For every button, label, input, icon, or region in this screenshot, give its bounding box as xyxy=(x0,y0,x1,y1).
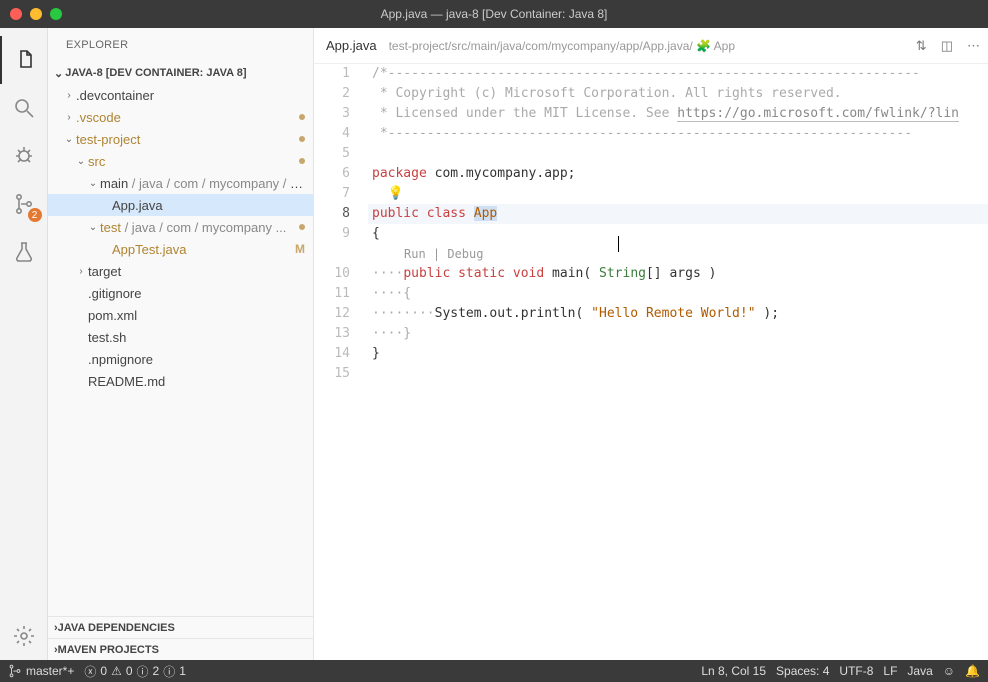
indentation-status[interactable]: Spaces: 4 xyxy=(776,664,829,678)
debug-tab[interactable] xyxy=(0,132,48,180)
scm-tab[interactable]: 2 xyxy=(0,180,48,228)
search-tab[interactable] xyxy=(0,84,48,132)
modified-dot xyxy=(299,224,305,230)
lightbulb-icon[interactable]: 💡 xyxy=(388,186,404,201)
tab-label: App.java xyxy=(326,38,377,53)
notifications-icon[interactable]: 🔔 xyxy=(965,664,980,678)
tree-folder[interactable]: ⌄src xyxy=(48,150,313,172)
editor-tabbar: App.java test-project/src/main/java/com/… xyxy=(314,28,988,64)
problems-status[interactable]: ⓧ0 ⚠0 ⓘ2 ⓘ1 xyxy=(84,663,186,680)
split-editor-icon[interactable]: ◫ xyxy=(941,38,953,54)
error-icon: ⓧ xyxy=(84,663,96,680)
codelens-run-debug[interactable]: Run | Debug xyxy=(368,244,988,264)
beaker-icon xyxy=(12,240,36,264)
text-cursor xyxy=(618,236,619,252)
tree-folder[interactable]: ›target xyxy=(48,260,313,282)
language-status[interactable]: Java xyxy=(907,664,932,678)
gear-icon xyxy=(12,624,36,648)
tree-file-apptest-java[interactable]: AppTest.javaM xyxy=(48,238,313,260)
tree-folder[interactable]: ⌄test-project xyxy=(48,128,313,150)
code-editor[interactable]: 1 2 3 4 5 6 7 8 9 10 11 12 13 14 15 /*--… xyxy=(314,64,988,660)
editor-tab-app-java[interactable]: App.java xyxy=(322,38,381,53)
hint-icon: ⓘ xyxy=(163,663,175,680)
tree-folder[interactable]: ⌄test / java / com / mycompany ... xyxy=(48,216,313,238)
maximize-window-button[interactable] xyxy=(50,8,62,20)
eol-status[interactable]: LF xyxy=(883,664,897,678)
tree-file[interactable]: .npmignore xyxy=(48,348,313,370)
workspace-header[interactable]: ⌄ JAVA-8 [DEV CONTAINER: JAVA 8] xyxy=(48,62,313,84)
info-icon: ⓘ xyxy=(137,663,149,680)
compare-changes-icon[interactable]: ⇅ xyxy=(916,38,927,54)
tree-file[interactable]: .gitignore xyxy=(48,282,313,304)
tree-file[interactable]: pom.xml xyxy=(48,304,313,326)
line-gutter: 1 2 3 4 5 6 7 8 9 10 11 12 13 14 15 xyxy=(314,64,368,660)
branch-status[interactable]: master*+ xyxy=(8,664,74,678)
tree-folder[interactable]: ›.vscode xyxy=(48,106,313,128)
minimize-window-button[interactable] xyxy=(30,8,42,20)
tree-file[interactable]: README.md xyxy=(48,370,313,392)
more-actions-icon[interactable]: ⋯ xyxy=(967,38,980,54)
tree-file[interactable]: test.sh xyxy=(48,326,313,348)
encoding-status[interactable]: UTF-8 xyxy=(839,664,873,678)
activity-bar: 2 xyxy=(0,28,48,660)
settings-tab[interactable] xyxy=(0,612,48,660)
search-icon xyxy=(12,96,36,120)
sidebar-title: EXPLORER xyxy=(48,28,313,62)
file-tree: ›.devcontainer ›.vscode ⌄test-project ⌄s… xyxy=(48,84,313,616)
tree-folder[interactable]: ⌄main / java / com / mycompany / app xyxy=(48,172,313,194)
feedback-icon[interactable]: ☺ xyxy=(943,664,955,678)
breadcrumb[interactable]: test-project/src/main/java/com/mycompany… xyxy=(389,39,908,53)
editor-area: App.java test-project/src/main/java/com/… xyxy=(314,28,988,660)
modified-dot xyxy=(299,158,305,164)
status-bar: master*+ ⓧ0 ⚠0 ⓘ2 ⓘ1 Ln 8, Col 15 Spaces… xyxy=(0,660,988,682)
tree-file-app-java[interactable]: App.java xyxy=(48,194,313,216)
window-title: App.java — java-8 [Dev Container: Java 8… xyxy=(381,7,608,21)
test-tab[interactable] xyxy=(0,228,48,276)
tree-folder[interactable]: ›.devcontainer xyxy=(48,84,313,106)
java-dependencies-panel[interactable]: ›JAVA DEPENDENCIES xyxy=(48,616,313,638)
warning-icon: ⚠ xyxy=(111,664,122,678)
code-content[interactable]: /*--------------------------------------… xyxy=(368,64,988,660)
explorer-sidebar: EXPLORER ⌄ JAVA-8 [DEV CONTAINER: JAVA 8… xyxy=(48,28,314,660)
close-window-button[interactable] xyxy=(10,8,22,20)
window-controls xyxy=(10,8,62,20)
explorer-tab[interactable] xyxy=(0,36,48,84)
cursor-position[interactable]: Ln 8, Col 15 xyxy=(701,664,766,678)
bug-icon xyxy=(12,144,36,168)
modified-badge: M xyxy=(295,242,305,256)
workspace-name: JAVA-8 [DEV CONTAINER: JAVA 8] xyxy=(65,67,246,79)
modified-dot xyxy=(299,114,305,120)
files-icon xyxy=(13,48,37,72)
branch-icon xyxy=(8,664,22,678)
modified-dot xyxy=(299,136,305,142)
maven-projects-panel[interactable]: ›MAVEN PROJECTS xyxy=(48,638,313,660)
scm-badge: 2 xyxy=(28,208,42,222)
title-bar: App.java — java-8 [Dev Container: Java 8… xyxy=(0,0,988,28)
chevron-down-icon: ⌄ xyxy=(54,67,63,80)
